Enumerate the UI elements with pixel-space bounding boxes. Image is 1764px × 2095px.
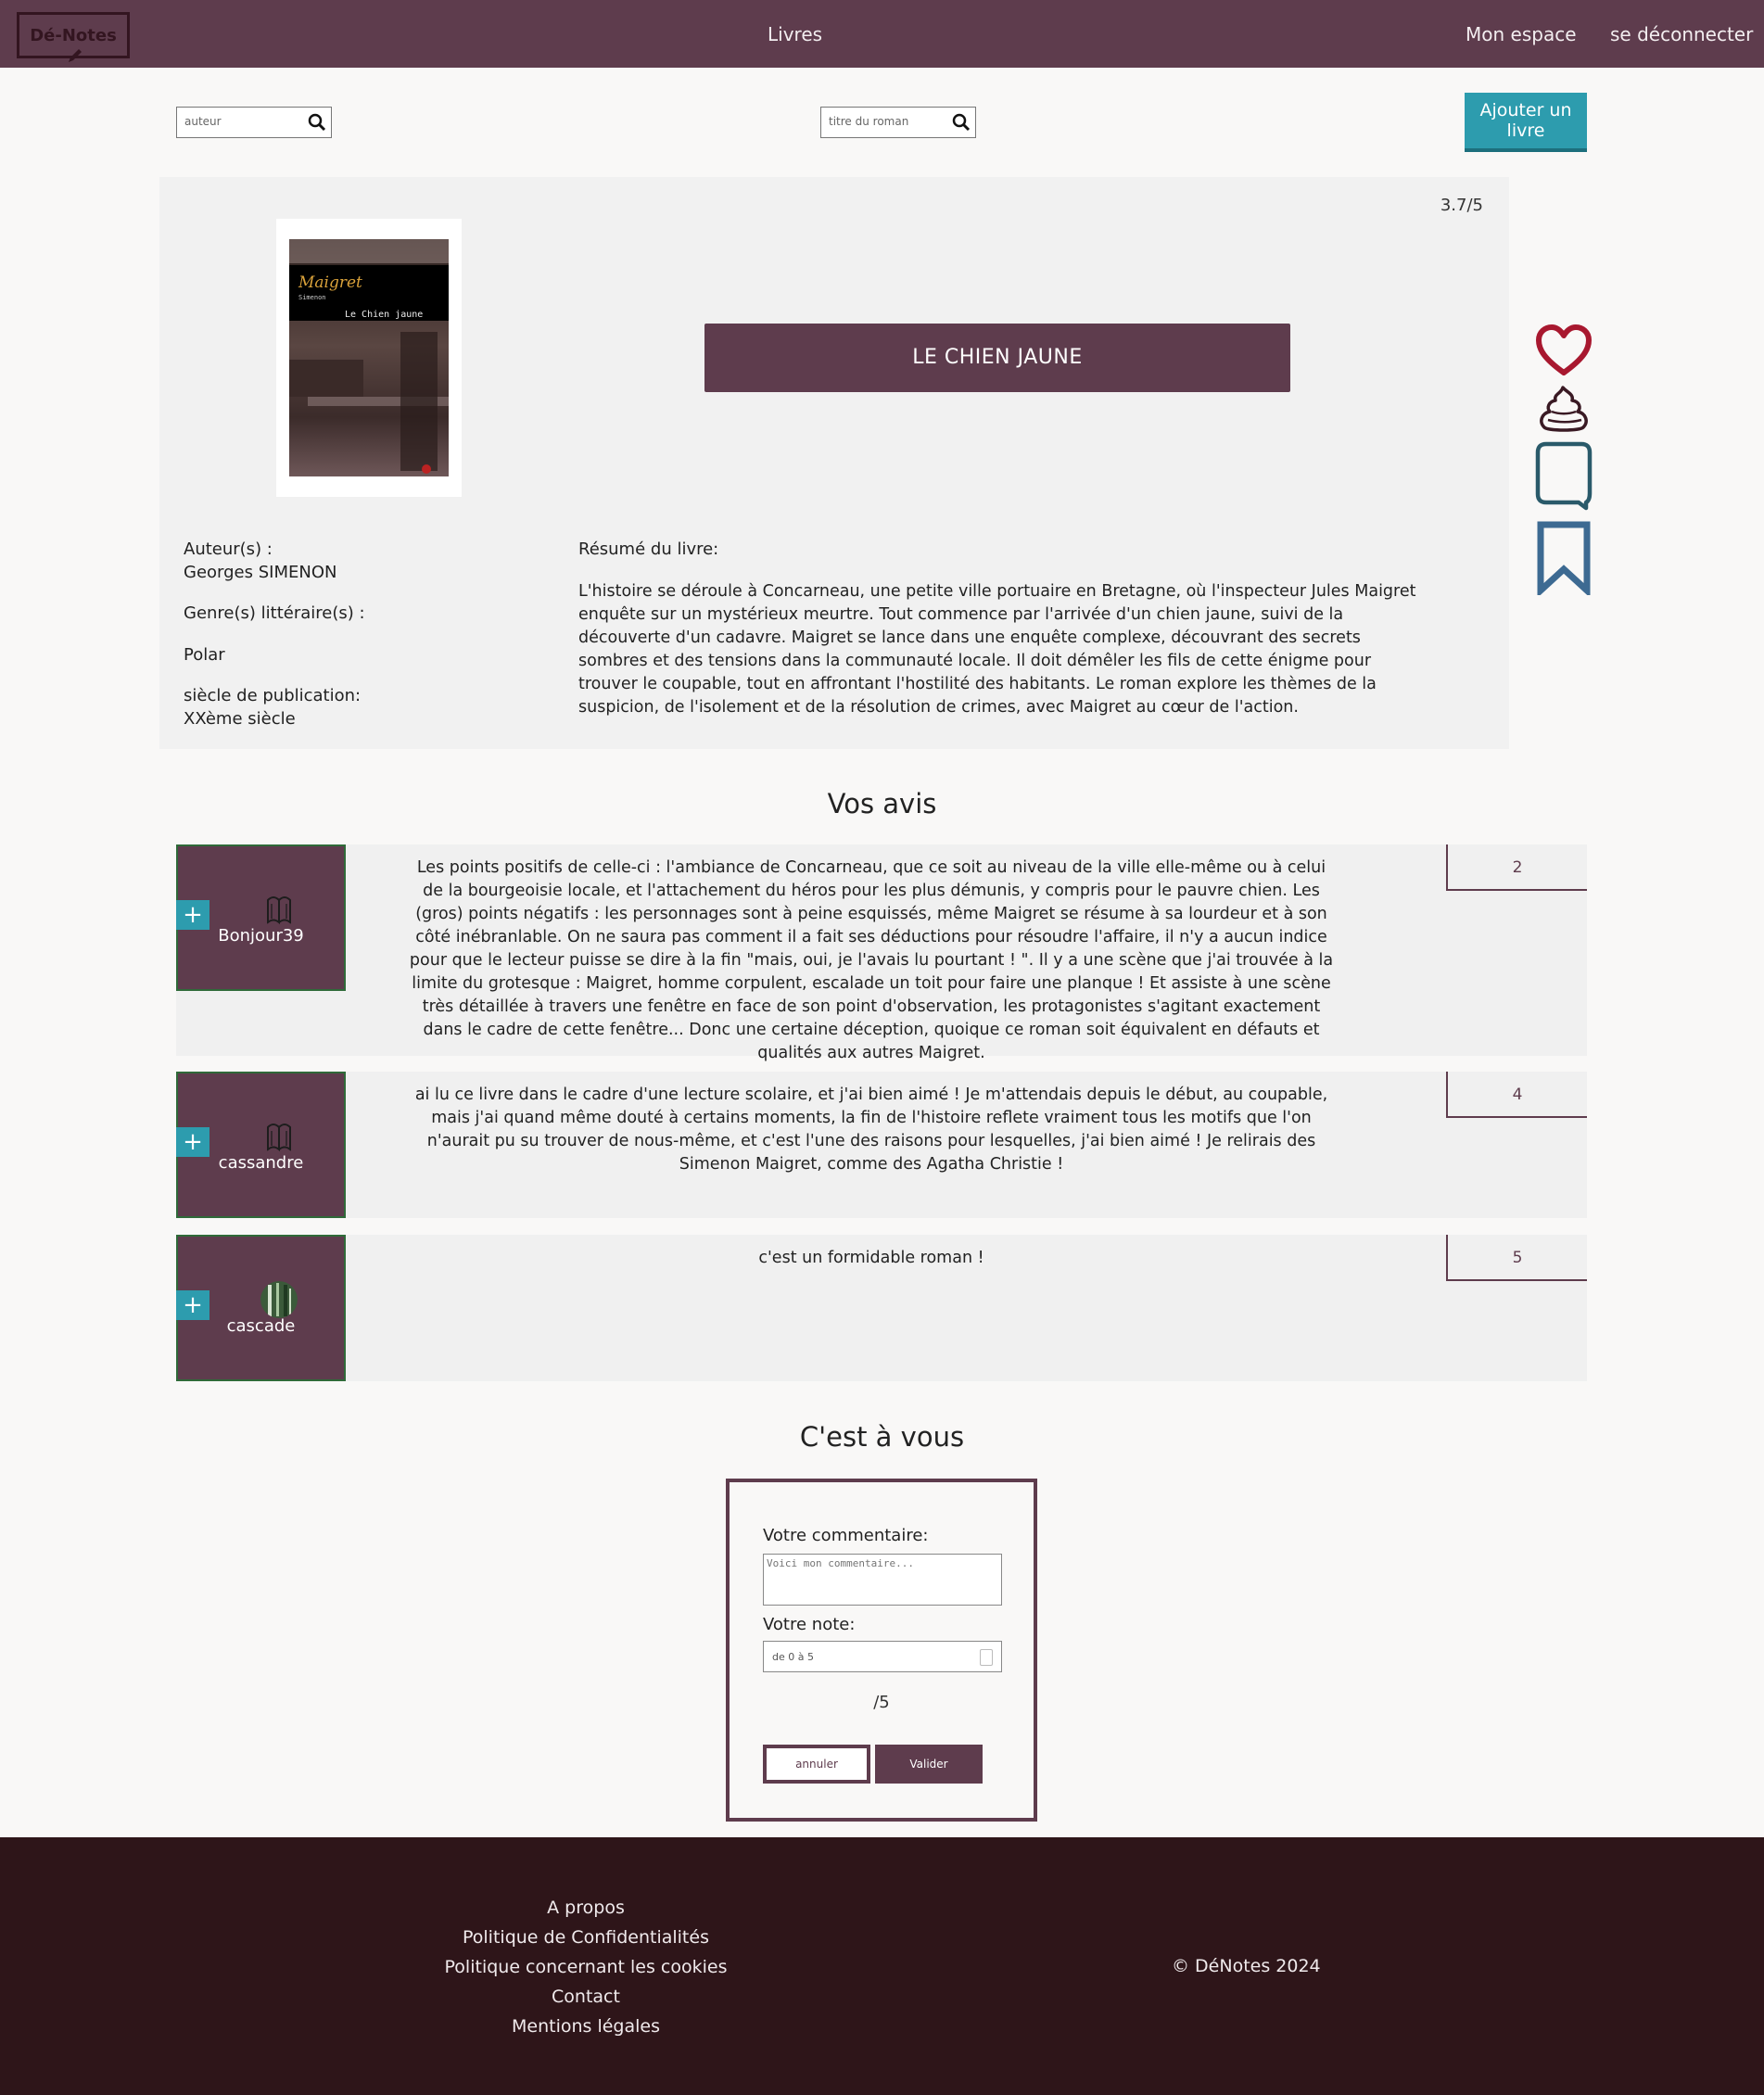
spinner-icon[interactable] bbox=[980, 1649, 993, 1666]
review-note: 5 bbox=[1446, 1235, 1587, 1281]
authors-label: Auteur(s) : bbox=[184, 540, 273, 559]
genre-value: Polar bbox=[184, 645, 225, 665]
author-search bbox=[176, 107, 332, 138]
add-book-button[interactable]: Ajouter un livre bbox=[1465, 93, 1587, 152]
bookmark-icon[interactable] bbox=[1535, 521, 1593, 595]
title-search-input[interactable] bbox=[829, 115, 940, 128]
comment-textarea[interactable] bbox=[763, 1554, 1002, 1606]
title-search bbox=[820, 107, 976, 138]
cancel-button[interactable]: annuler bbox=[763, 1745, 870, 1784]
follow-user-button[interactable]: + bbox=[176, 1127, 209, 1157]
footer-link-contact[interactable]: Contact bbox=[308, 1987, 864, 2007]
century-label: siècle de publication: bbox=[184, 686, 362, 705]
heart-icon[interactable] bbox=[1535, 324, 1593, 377]
comment-bubble-icon[interactable] bbox=[1535, 441, 1593, 512]
note-input[interactable]: de 0 à 5 bbox=[763, 1641, 1002, 1672]
footer bbox=[0, 1837, 1764, 2095]
review-card: Bonjour39 + Les points positifs de celle… bbox=[176, 844, 1587, 1062]
resume-text: L'histoire se déroule à Concarneau, une … bbox=[578, 582, 1416, 717]
poop-icon[interactable] bbox=[1535, 385, 1593, 433]
authors-value: Georges SIMENON bbox=[184, 563, 337, 582]
note-scale: /5 bbox=[873, 1693, 890, 1712]
average-rating: 3.7/5 bbox=[1440, 196, 1483, 215]
nav-my-space[interactable]: Mon espace bbox=[1466, 23, 1577, 45]
note-input-placeholder: de 0 à 5 bbox=[772, 1651, 814, 1663]
note-label: Votre note: bbox=[763, 1615, 856, 1634]
pen-icon bbox=[69, 49, 82, 62]
search-icon[interactable] bbox=[307, 112, 327, 133]
forest-avatar-icon bbox=[260, 1281, 298, 1318]
cover-series: Maigret bbox=[298, 273, 362, 292]
submit-button[interactable]: Valider bbox=[875, 1745, 983, 1784]
review-note: 2 bbox=[1446, 844, 1587, 891]
review-note: 4 bbox=[1446, 1072, 1587, 1118]
book-cover-image[interactable]: Maigret Simenon Le Chien jaune bbox=[289, 239, 449, 476]
author-search-input[interactable] bbox=[184, 115, 296, 128]
book-avatar-icon bbox=[267, 1124, 291, 1152]
footer-link-privacy[interactable]: Politique de Confidentialités bbox=[308, 1927, 864, 1948]
resume-label: Résumé du livre: bbox=[578, 540, 719, 559]
follow-user-button[interactable]: + bbox=[176, 1290, 209, 1320]
book-title: LE CHIEN JAUNE bbox=[704, 324, 1290, 392]
cover-author: Simenon bbox=[298, 294, 326, 301]
nav-logout[interactable]: se déconnecter bbox=[1610, 23, 1753, 45]
nav-books[interactable]: Livres bbox=[768, 23, 822, 45]
book-cover-frame: Maigret Simenon Le Chien jaune bbox=[276, 219, 462, 497]
review-text: c'est un formidable roman ! bbox=[758, 1249, 984, 1267]
top-nav: Dé-Notes Livres Mon espace se déconnecte… bbox=[0, 0, 1764, 68]
follow-user-button[interactable]: + bbox=[176, 900, 209, 930]
century-value: XXème siècle bbox=[184, 709, 296, 729]
search-icon[interactable] bbox=[951, 112, 971, 133]
reviews-title: Vos avis bbox=[827, 788, 937, 819]
review-form: Votre commentaire: Votre note: de 0 à 5 … bbox=[726, 1479, 1037, 1822]
genre-label: Genre(s) littéraire(s) : bbox=[184, 603, 365, 623]
logo[interactable]: Dé-Notes bbox=[17, 12, 130, 62]
comment-label: Votre commentaire: bbox=[763, 1526, 929, 1545]
book-avatar-icon bbox=[267, 896, 291, 925]
review-card: cassandre + ai lu ce livre dans le cadre… bbox=[176, 1072, 1587, 1218]
footer-link-about[interactable]: A propos bbox=[308, 1898, 864, 1918]
footer-link-legal[interactable]: Mentions légales bbox=[308, 2016, 864, 2037]
footer-link-cookies[interactable]: Politique concernant les cookies bbox=[308, 1957, 864, 1977]
form-title: C'est à vous bbox=[799, 1421, 965, 1453]
logo-text: Dé-Notes bbox=[30, 26, 117, 45]
review-card: cascade + c'est un formidable roman ! 5 bbox=[176, 1235, 1587, 1381]
review-text: Les points positifs de celle-ci : l'ambi… bbox=[409, 858, 1334, 1062]
review-text: ai lu ce livre dans le cadre d'une lectu… bbox=[414, 1086, 1328, 1174]
cover-subtitle: Le Chien jaune bbox=[345, 310, 423, 320]
book-card: 3.7/5 Maigret Simenon Le Chien jaune LE bbox=[159, 177, 1509, 749]
copyright: © DéNotes 2024 bbox=[1172, 1956, 1321, 1976]
